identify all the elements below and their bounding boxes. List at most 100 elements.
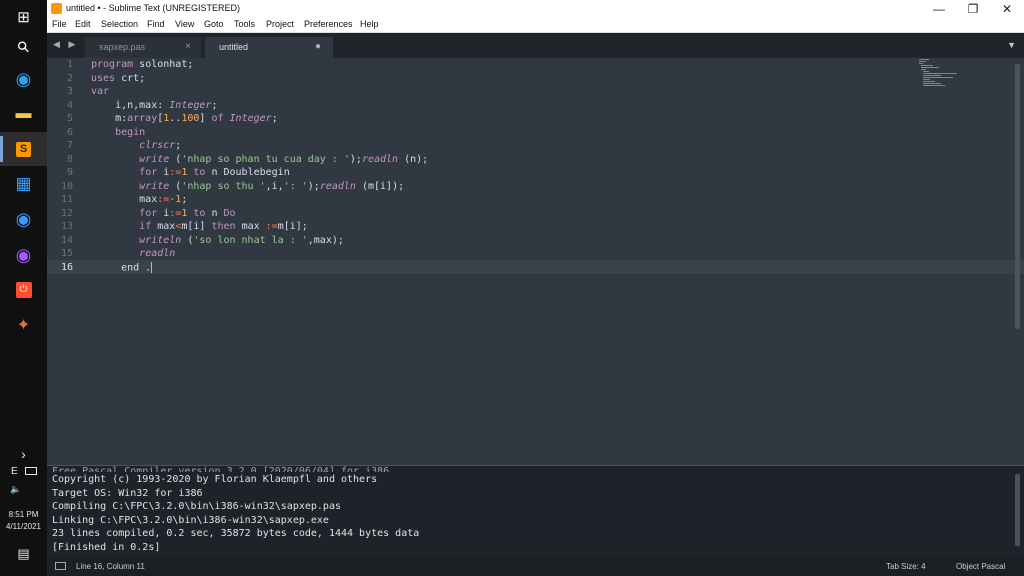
code-line: readln: [139, 248, 176, 259]
output-line: Linking C:\FPC\3.2.0\bin\i386-win32\sapx…: [52, 514, 329, 526]
red-app-icon[interactable]: ⏻: [0, 273, 47, 307]
code-line: if max<m[i] then max :=m[i];: [139, 221, 308, 232]
tab-label: sapxep.pas: [99, 42, 146, 52]
line-number: 8: [66, 153, 73, 165]
menu-bar: File Edit Selection Find View Goto Tools…: [47, 18, 1024, 33]
line-number: 6: [66, 126, 73, 138]
tab-sapxep[interactable]: sapxep.pas ×: [85, 37, 201, 58]
sublime-text-icon[interactable]: S: [0, 132, 47, 166]
line-gutter: 1 2 3 4 5 6 7 8 9 10 11 12 13 14 15 16: [47, 58, 81, 462]
code-line: write ('nhap so phan tu cua day : ');rea…: [139, 153, 429, 165]
menu-selection[interactable]: Selection: [101, 19, 138, 29]
code-line: begin: [115, 126, 146, 138]
code-line: clrscr;: [139, 140, 182, 151]
sublime-glyph: S: [16, 141, 31, 157]
code-line: for i:=1 to n Do: [139, 207, 236, 219]
messenger-glyph: ◉: [15, 244, 32, 265]
line-number: 2: [66, 72, 73, 84]
windows-logo-glyph: ⊞: [17, 9, 30, 26]
tab-dropdown-icon[interactable]: ▼: [1007, 40, 1016, 50]
tab-unsaved-dot-icon[interactable]: ●: [315, 41, 321, 52]
code-line: m:array[1..100] of Integer;: [91, 113, 278, 124]
tab-bar: ◀ ▶ sapxep.pas × untitled ● ▼: [47, 33, 1024, 58]
code-line-current: end .: [91, 261, 153, 273]
volume-icon[interactable]: 🔈: [10, 484, 21, 495]
line-number: 12: [60, 207, 73, 219]
code-line: i,n,max: Integer;: [91, 99, 218, 111]
folder-glyph: ▬: [15, 105, 32, 122]
close-button[interactable]: ✕: [990, 0, 1024, 18]
notifications-icon[interactable]: ▤: [0, 546, 47, 562]
search-glyph: ⚲: [13, 37, 34, 58]
code-line: max:=-1;: [91, 194, 188, 205]
tab-size-selector[interactable]: Tab Size: 4: [886, 562, 926, 571]
text-cursor: [151, 261, 153, 273]
line-number: 4: [66, 99, 73, 111]
menu-preferences[interactable]: Preferences: [304, 19, 353, 29]
build-output-panel[interactable]: Free Pascal Compiler version 3.2.0 [2020…: [47, 465, 1024, 558]
menu-tools[interactable]: Tools: [234, 19, 255, 29]
output-line-partial: Free Pascal Compiler version 3.2.0 [2020…: [52, 466, 390, 472]
red-app-glyph: ⏻: [15, 282, 32, 298]
windows-start-icon[interactable]: ⊞: [0, 0, 47, 34]
game-glyph: ✦: [16, 317, 31, 334]
line-number: 11: [60, 194, 73, 205]
editor-scrollbar[interactable]: [1015, 64, 1020, 329]
status-bar: Line 16, Column 11 Tab Size: 4 Object Pa…: [47, 557, 1024, 576]
window-title: untitled • - Sublime Text (UNREGISTERED): [66, 3, 241, 13]
code-line: uses crt;: [91, 72, 146, 84]
line-number-current: 16: [60, 261, 73, 273]
paint-icon[interactable]: ▦: [0, 167, 47, 201]
code-editor[interactable]: 1 2 3 4 5 6 7 8 9 10 11 12 13 14 15 16 p…: [47, 58, 1024, 462]
syntax-selector[interactable]: Object Pascal: [956, 562, 1005, 571]
tray-chevron-icon[interactable]: ›: [0, 446, 47, 462]
tab-label: untitled: [219, 42, 249, 52]
maximize-button[interactable]: ❐: [956, 0, 990, 18]
windows-taskbar: ⊞ ⚲ ◉ ▬ S ▦ ◉ ◉ ⏻ ✦ › E 🔈 8:51 PM 4/11/2…: [0, 0, 47, 576]
code-line: var: [91, 86, 110, 97]
output-line: 23 lines compiled, 0.2 sec, 35872 bytes …: [52, 528, 420, 539]
messenger-icon[interactable]: ◉: [0, 238, 47, 272]
app-circle-icon[interactable]: ◉: [0, 202, 47, 236]
app-circle-glyph: ◉: [15, 208, 32, 229]
line-number: 1: [66, 59, 73, 70]
edge-icon[interactable]: ◉: [0, 62, 47, 96]
panel-toggle-icon[interactable]: [55, 562, 66, 570]
search-icon[interactable]: ⚲: [0, 30, 47, 64]
menu-project[interactable]: Project: [266, 19, 294, 29]
line-number: 7: [66, 140, 73, 151]
code-line: for i:=1 to n Doublebegin: [139, 167, 290, 178]
file-explorer-icon[interactable]: ▬: [0, 97, 47, 131]
line-number: 9: [66, 167, 73, 178]
tab-close-icon[interactable]: ×: [185, 41, 191, 52]
output-line: Copyright (c) 1993-2020 by Florian Klaem…: [52, 474, 378, 485]
minimize-button[interactable]: —: [922, 0, 956, 18]
output-line: Compiling C:\FPC\3.2.0\bin\i386-win32\sa…: [52, 501, 341, 512]
tray-time[interactable]: 8:51 PM: [0, 510, 47, 519]
tab-untitled[interactable]: untitled ●: [205, 37, 333, 58]
line-number: 5: [66, 113, 73, 124]
line-number: 15: [60, 248, 73, 259]
menu-find[interactable]: Find: [147, 19, 165, 29]
menu-goto[interactable]: Goto: [204, 19, 224, 29]
sublime-window: untitled • - Sublime Text (UNREGISTERED)…: [47, 0, 1024, 576]
menu-file[interactable]: File: [52, 19, 67, 29]
output-scrollbar[interactable]: [1015, 474, 1020, 546]
paint-glyph: ▦: [15, 174, 32, 193]
code-line: program solonhat;: [91, 59, 194, 70]
menu-edit[interactable]: Edit: [75, 19, 91, 29]
cursor-position: Line 16, Column 11: [76, 562, 145, 571]
sublime-app-icon: [51, 3, 62, 14]
menu-help[interactable]: Help: [360, 19, 379, 29]
network-icon[interactable]: [25, 467, 37, 475]
language-indicator[interactable]: E: [11, 466, 18, 477]
output-line: Target OS: Win32 for i386: [52, 487, 203, 499]
tray-date[interactable]: 4/11/2021: [0, 522, 47, 531]
line-number: 10: [60, 180, 73, 192]
game-icon[interactable]: ✦: [0, 308, 47, 342]
title-bar: untitled • - Sublime Text (UNREGISTERED)…: [47, 0, 1024, 18]
edge-glyph: ◉: [15, 68, 32, 89]
tab-nav-arrows[interactable]: ◀ ▶: [53, 39, 78, 50]
minimap[interactable]: [919, 58, 963, 88]
menu-view[interactable]: View: [175, 19, 194, 29]
